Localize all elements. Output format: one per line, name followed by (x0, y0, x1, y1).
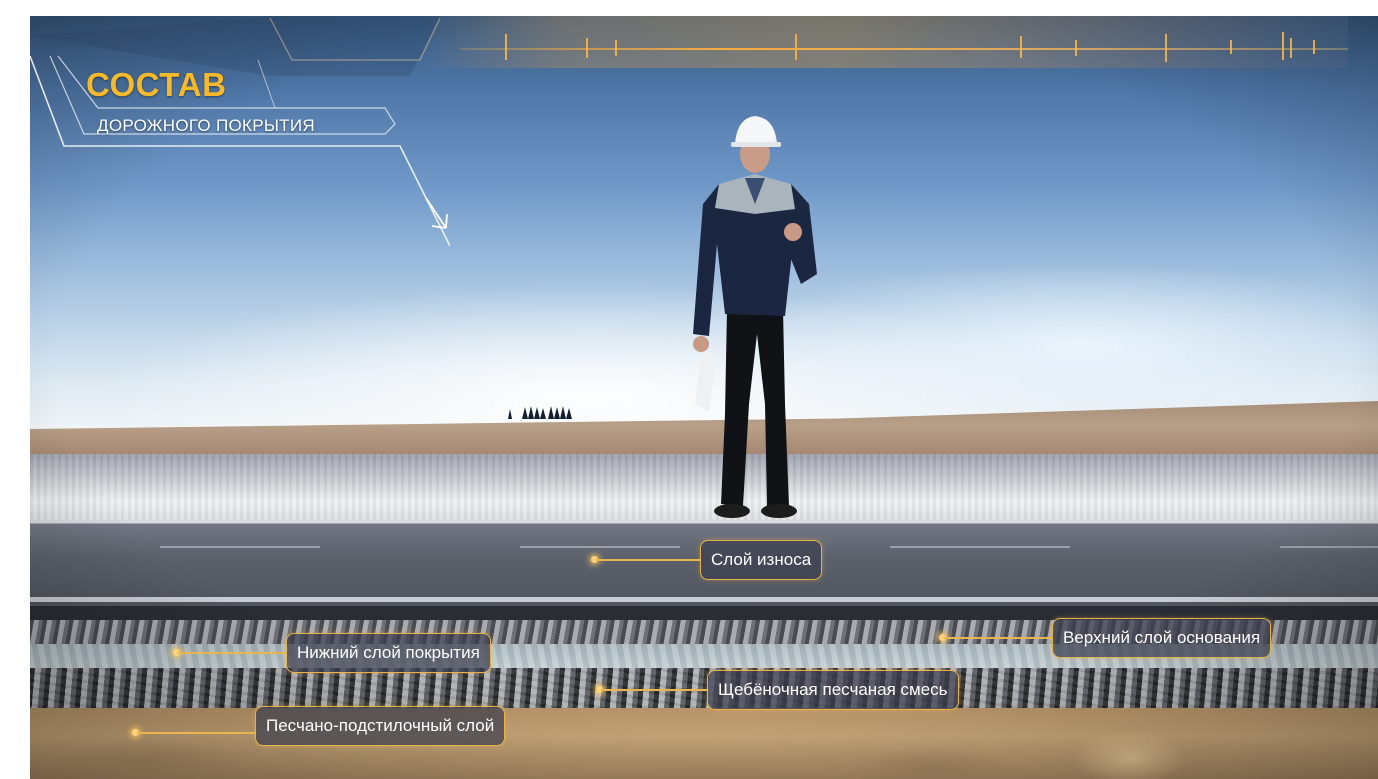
distant-trees (508, 406, 572, 419)
worker-figure (693, 116, 817, 518)
label-crushed-stone-mix: Щебёночная песчаная смесь (707, 670, 959, 710)
lane-marking (160, 546, 320, 548)
label-wear-layer: Слой износа (700, 540, 823, 580)
title-main: СОСТАВ (86, 66, 227, 103)
hud-tick (795, 34, 797, 60)
callout-leader (596, 559, 700, 561)
callout-leader (137, 732, 255, 734)
title-subtitle: ДОРОЖНОГО ПОКРЫТИЯ (97, 116, 315, 135)
hud-tick (1290, 38, 1292, 58)
label-sand-bedding-layer: Песчано-подстилочный слой (255, 706, 506, 746)
hud-tick (615, 40, 617, 56)
callout-leader (944, 637, 1052, 639)
hud-tick (1230, 40, 1232, 54)
label-lower-surface-layer: Нижний слой покрытия (286, 633, 491, 673)
hud-line (460, 48, 1348, 50)
label-upper-base-layer: Верхний слой основания (1052, 618, 1272, 658)
hud-tick (1313, 40, 1315, 54)
hud-tick (586, 38, 588, 58)
title-frame (30, 16, 450, 247)
road-edge-line (30, 597, 1378, 602)
hud-tick (1165, 34, 1167, 62)
hud-top-bar (420, 16, 1348, 68)
callout-leader (601, 689, 707, 691)
hud-tick (1075, 40, 1077, 56)
lane-marking (520, 546, 680, 548)
lane-marking (890, 546, 1070, 548)
layer-sand (30, 708, 1378, 779)
hud-tick (1282, 32, 1284, 60)
lane-marking (1280, 546, 1378, 548)
hud-tick (1020, 36, 1022, 58)
callout-leader (178, 652, 286, 654)
hud-tick (505, 34, 507, 60)
arrow-down-right-icon (425, 197, 448, 229)
